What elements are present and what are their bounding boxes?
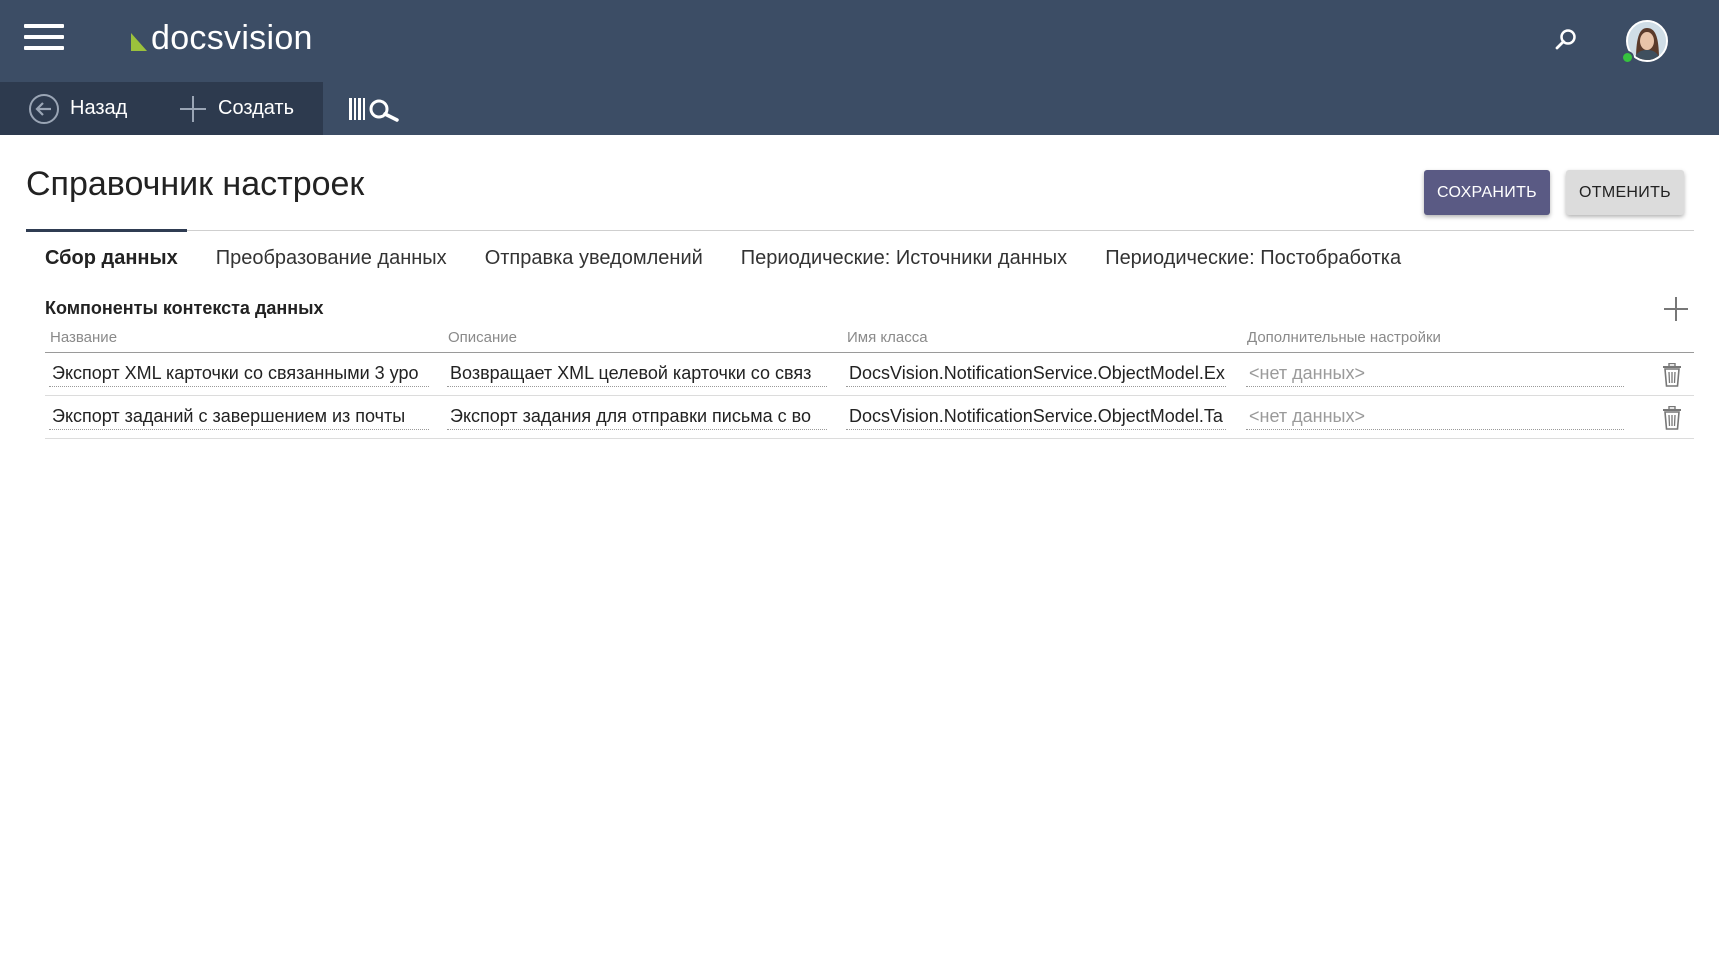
tab-data-transformation[interactable]: Преобразование данных — [216, 247, 447, 270]
components-table: Название Описание Имя класса Дополнитель… — [45, 326, 1694, 439]
column-header-name: Название — [50, 329, 118, 346]
online-status-indicator — [1621, 51, 1634, 64]
description-field[interactable]: Экспорт задания для отправки письма с во — [447, 404, 827, 430]
tab-periodic-postprocessing[interactable]: Периодические: Постобработка — [1105, 247, 1401, 270]
toolbar: Назад Создать — [0, 82, 1719, 135]
description-field[interactable]: Возвращает XML целевой карточки со связ — [447, 361, 827, 387]
section-title: Компоненты контекста данных — [45, 298, 324, 318]
create-button[interactable]: Создать — [178, 82, 294, 135]
active-tab-indicator — [26, 229, 187, 232]
tab-data-collection[interactable]: Сбор данных — [45, 247, 178, 270]
back-arrow-icon — [29, 93, 59, 124]
barcode-search-icon[interactable] — [347, 92, 403, 126]
name-field[interactable]: Экспорт XML карточки со связанными 3 уро — [49, 361, 429, 387]
plus-icon — [180, 95, 206, 122]
save-button[interactable]: СОХРАНИТЬ — [1424, 170, 1550, 215]
table-row: Экспорт заданий с завершением из почты Э… — [45, 396, 1694, 439]
logo-mark-icon — [131, 33, 147, 51]
docsvision-logo[interactable]: docsvision — [131, 18, 313, 58]
create-button-label: Создать — [218, 97, 295, 119]
delete-icon[interactable] — [1662, 406, 1682, 430]
tab-notifications[interactable]: Отправка уведомлений — [485, 247, 703, 270]
search-icon[interactable] — [1553, 27, 1579, 53]
avatar-image — [1628, 22, 1666, 60]
class-name-field[interactable]: DocsVision.NotificationService.ObjectMod… — [846, 404, 1226, 430]
table-header: Название Описание Имя класса Дополнитель… — [45, 326, 1694, 353]
add-row-icon[interactable] — [1663, 296, 1689, 322]
column-header-class-name: Имя класса — [847, 329, 928, 346]
tab-bar: Сбор данных Преобразование данных Отправ… — [45, 247, 1439, 270]
hamburger-icon[interactable] — [24, 24, 64, 54]
back-button[interactable]: Назад — [28, 82, 127, 135]
logo-text: docsvision — [151, 19, 313, 57]
page-title: Справочник настроек — [26, 165, 365, 203]
tabs-divider — [26, 230, 1694, 231]
app-header: docsvision — [0, 0, 1719, 82]
column-header-description: Описание — [448, 329, 518, 346]
settings-field[interactable]: <нет данных> — [1246, 404, 1624, 430]
cancel-button[interactable]: ОТМЕНИТЬ — [1566, 170, 1684, 215]
settings-field[interactable]: <нет данных> — [1246, 361, 1624, 387]
class-name-field[interactable]: DocsVision.NotificationService.ObjectMod… — [846, 361, 1226, 387]
back-button-label: Назад — [70, 97, 128, 119]
tab-periodic-sources[interactable]: Периодические: Источники данных — [741, 247, 1067, 270]
table-row: Экспорт XML карточки со связанными 3 уро… — [45, 353, 1694, 396]
column-header-settings: Дополнительные настройки — [1247, 329, 1441, 346]
delete-icon[interactable] — [1662, 363, 1682, 387]
name-field[interactable]: Экспорт заданий с завершением из почты — [49, 404, 429, 430]
